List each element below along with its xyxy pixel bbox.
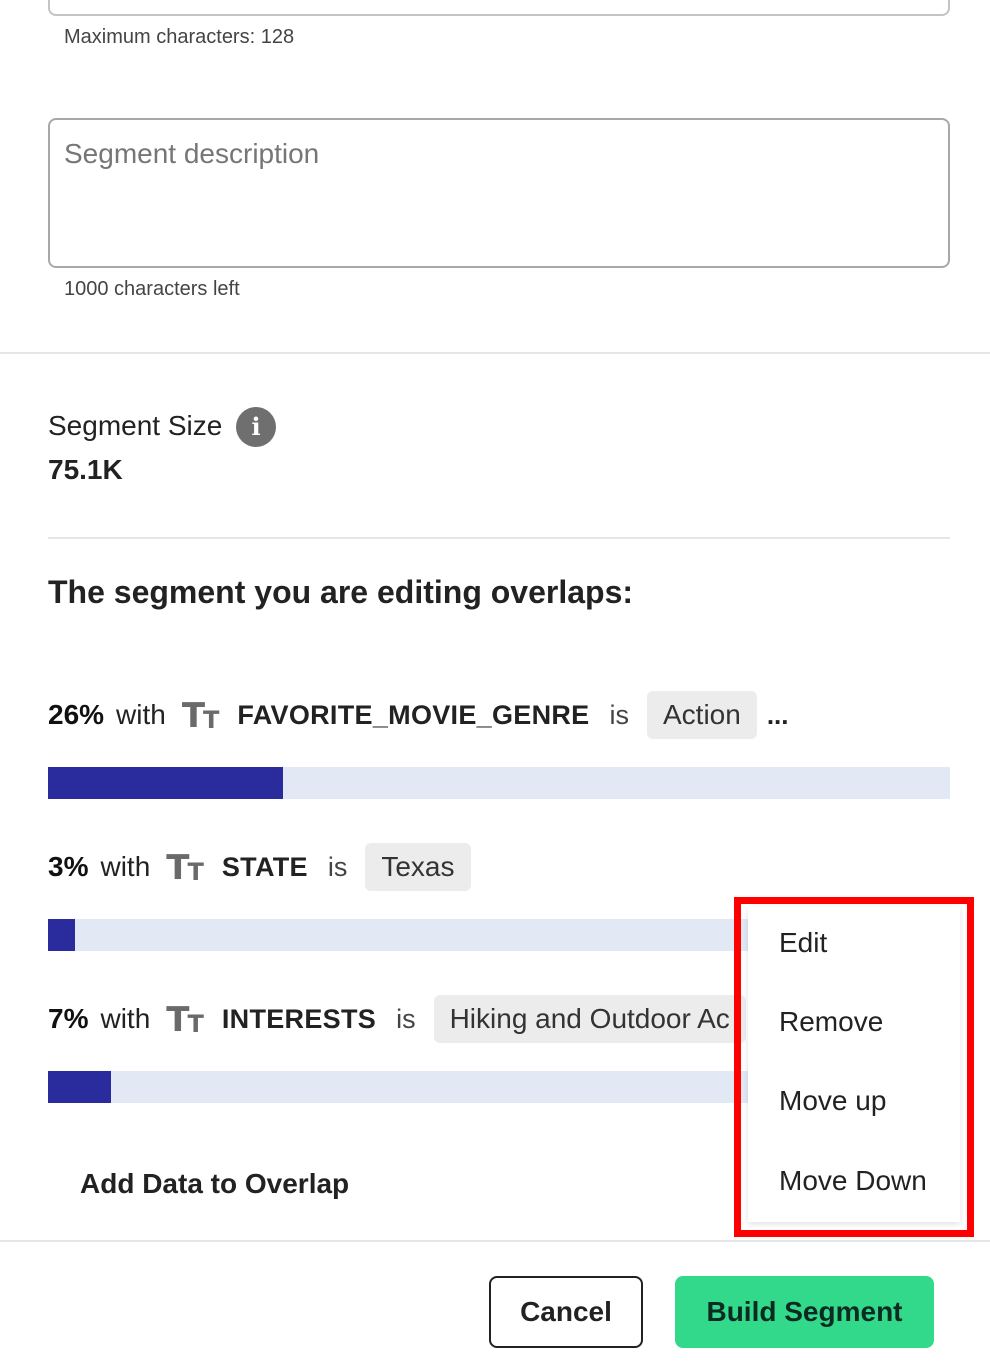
overlap-with-label: with <box>100 1003 151 1034</box>
text-type-icon: TT <box>181 696 220 736</box>
overlap-operator: is <box>396 1003 416 1034</box>
overlap-percent: 26% <box>48 699 105 730</box>
cancel-button[interactable]: Cancel <box>489 1276 643 1348</box>
build-segment-button[interactable]: Build Segment <box>675 1276 934 1348</box>
add-data-to-overlap-button[interactable]: Add Data to Overlap <box>80 1168 349 1200</box>
segment-size-value: 75.1K <box>48 454 123 485</box>
overlap-heading: The segment you are editing overlaps: <box>48 574 634 610</box>
overlap-percent: 3% <box>48 851 89 882</box>
overlap-value-chip: Action <box>647 691 757 739</box>
overlap-field-name: FAVORITE_MOVIE_GENRE <box>237 699 590 730</box>
overlap-row[interactable]: 7% with TT INTERESTS is Hiking and Outdo… <box>48 994 746 1044</box>
segment-name-input[interactable] <box>48 0 950 16</box>
overlap-bar-fill <box>48 767 283 799</box>
overlap-field-name: STATE <box>221 851 308 882</box>
overlap-more-ellipsis[interactable]: ... <box>767 700 789 731</box>
overlap-operator: is <box>327 851 348 882</box>
description-characters-left-hint: 1000 characters left <box>64 278 240 300</box>
footer-divider <box>0 1240 990 1242</box>
menu-highlight-box <box>734 897 974 1237</box>
info-icon[interactable]: i <box>236 407 276 447</box>
segment-description-placeholder: Segment description <box>64 138 320 169</box>
segment-editor: Maximum characters: 128 Segment descript… <box>0 0 990 1366</box>
segment-size-label: Segment Size <box>48 410 223 441</box>
name-max-characters-hint: Maximum characters: 128 <box>64 26 295 48</box>
overlap-operator: is <box>609 699 630 730</box>
overlap-percent: 7% <box>48 1003 89 1034</box>
section-divider <box>0 352 990 354</box>
overlap-row[interactable]: 26% with TT FAVORITE_MOVIE_GENRE is Acti… <box>48 690 789 740</box>
overlap-bar-fill <box>48 919 76 951</box>
overlap-bar <box>48 767 950 799</box>
overlap-with-label: with <box>100 851 151 882</box>
overlap-value-chip: Hiking and Outdoor Ac <box>433 995 746 1043</box>
segment-description-input[interactable]: Segment description <box>48 118 950 268</box>
overlap-bar-fill <box>48 1071 112 1103</box>
overlap-field-name: INTERESTS <box>221 1003 377 1034</box>
overlap-with-label: with <box>116 699 166 730</box>
text-type-icon: TT <box>166 1000 204 1040</box>
overlap-divider <box>48 537 950 539</box>
overlap-row[interactable]: 3% with TT STATE is Texas <box>48 842 471 892</box>
overlap-value-chip: Texas <box>365 843 471 891</box>
text-type-icon: TT <box>166 848 204 888</box>
